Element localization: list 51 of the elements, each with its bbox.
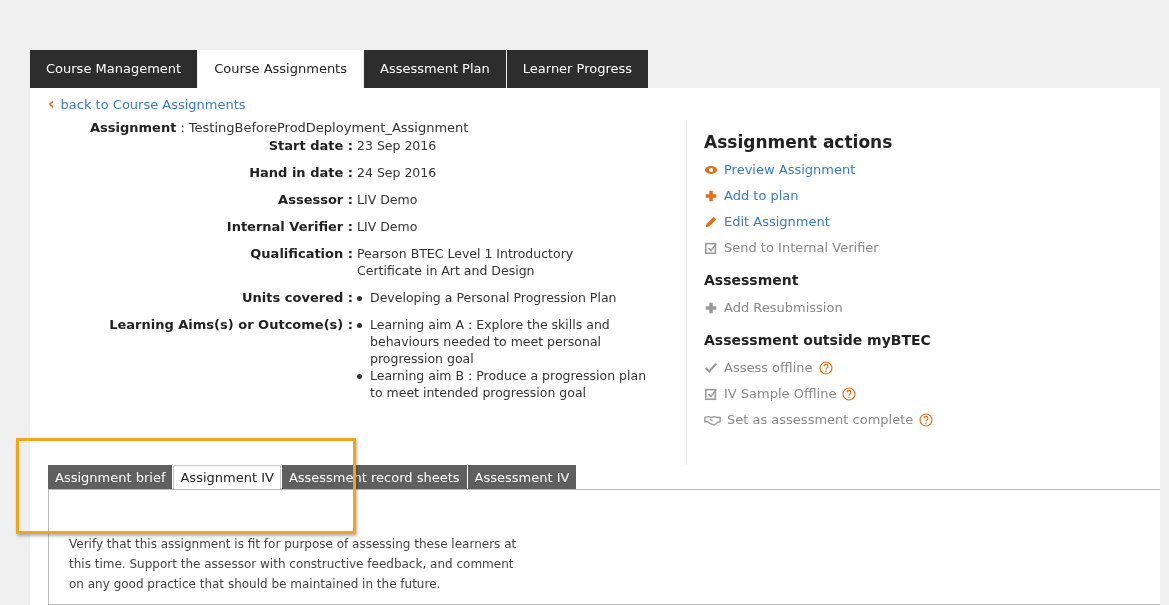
content-tab[interactable]: Assignment IV: [173, 465, 281, 490]
field-separator: :: [347, 192, 353, 207]
content-tab[interactable]: Assessment IV: [467, 465, 577, 490]
action-link[interactable]: Edit Assignment: [704, 214, 934, 229]
field-separator: :: [347, 246, 353, 261]
section-heading: Assignment actions: [704, 132, 894, 152]
bullet-icon: [357, 374, 362, 379]
section-heading: Assessment outside myBTEC: [704, 332, 932, 348]
plus-icon: [704, 300, 718, 315]
action-link[interactable]: Preview Assignment: [704, 162, 934, 177]
field-label: Qualification :: [249, 245, 353, 263]
field-value: 23 Sep 2016: [357, 137, 438, 154]
bullet-icon: [357, 323, 362, 328]
checkbox-check-icon: [704, 240, 718, 255]
field-separator: :: [180, 120, 185, 135]
field-separator: :: [347, 317, 353, 332]
field-value: LIV Demo: [357, 218, 419, 235]
section-heading: Assessment: [704, 272, 800, 288]
nav-tab[interactable]: Course Assignments: [198, 50, 363, 88]
field-label: Units covered :: [241, 289, 353, 306]
field-separator: :: [347, 290, 353, 305]
field-label: Start date :: [267, 137, 353, 154]
pencil-icon: [704, 214, 718, 229]
back-link[interactable]: ‹ back to Course Assignments: [48, 96, 1160, 112]
field-value: 24 Sep 2016: [357, 164, 438, 181]
plus-icon: [704, 188, 718, 203]
field-value: TestingBeforeProdDeployment_Assignment: [188, 120, 469, 135]
field-label: Learning Aims(s) or Outcome(s) :: [108, 316, 353, 334]
field-separator: :: [347, 219, 353, 234]
field-value: LIV Demo: [357, 191, 419, 208]
field-separator: :: [347, 138, 353, 153]
list-item: Learning aim A : Explore the skills and behaviours needed to meet personal progression goal: [370, 316, 611, 367]
field-value: Pearson BTEC Level 1 Introductory Certificate in Art and Design: [357, 245, 575, 279]
action-link[interactable]: Add to plan: [704, 188, 934, 203]
field-label: Assessor :: [277, 191, 353, 208]
nav-tab[interactable]: Assessment Plan: [364, 50, 506, 88]
content-tab[interactable]: Assignment brief: [48, 465, 173, 490]
bullet-icon: [357, 296, 362, 301]
nav-tab[interactable]: Learner Progress: [506, 50, 649, 88]
nav-tab[interactable]: Course Management: [30, 50, 198, 88]
back-link-text[interactable]: back to Course Assignments: [60, 96, 246, 112]
list-item: Developing a Personal Progression Plan: [370, 289, 617, 306]
check-icon: [704, 360, 718, 375]
list-item: Learning aim B : Produce a progression plan to meet intended progression goal: [370, 367, 647, 401]
field-label: Assignment: [90, 120, 177, 135]
chevron-left-icon: ‹: [48, 96, 55, 112]
field-label: Hand in date :: [248, 164, 353, 181]
field-label: Internal Verifier :: [225, 218, 353, 235]
instruction-text: Verify that this assignment is fit for purpose of assessing these learners at this time. Support the assessor with constructive feedback, and comment on any good practice that should be maintained in the future.: [69, 536, 518, 593]
checkbox-check-icon: [704, 386, 718, 401]
field-separator: :: [347, 165, 353, 180]
